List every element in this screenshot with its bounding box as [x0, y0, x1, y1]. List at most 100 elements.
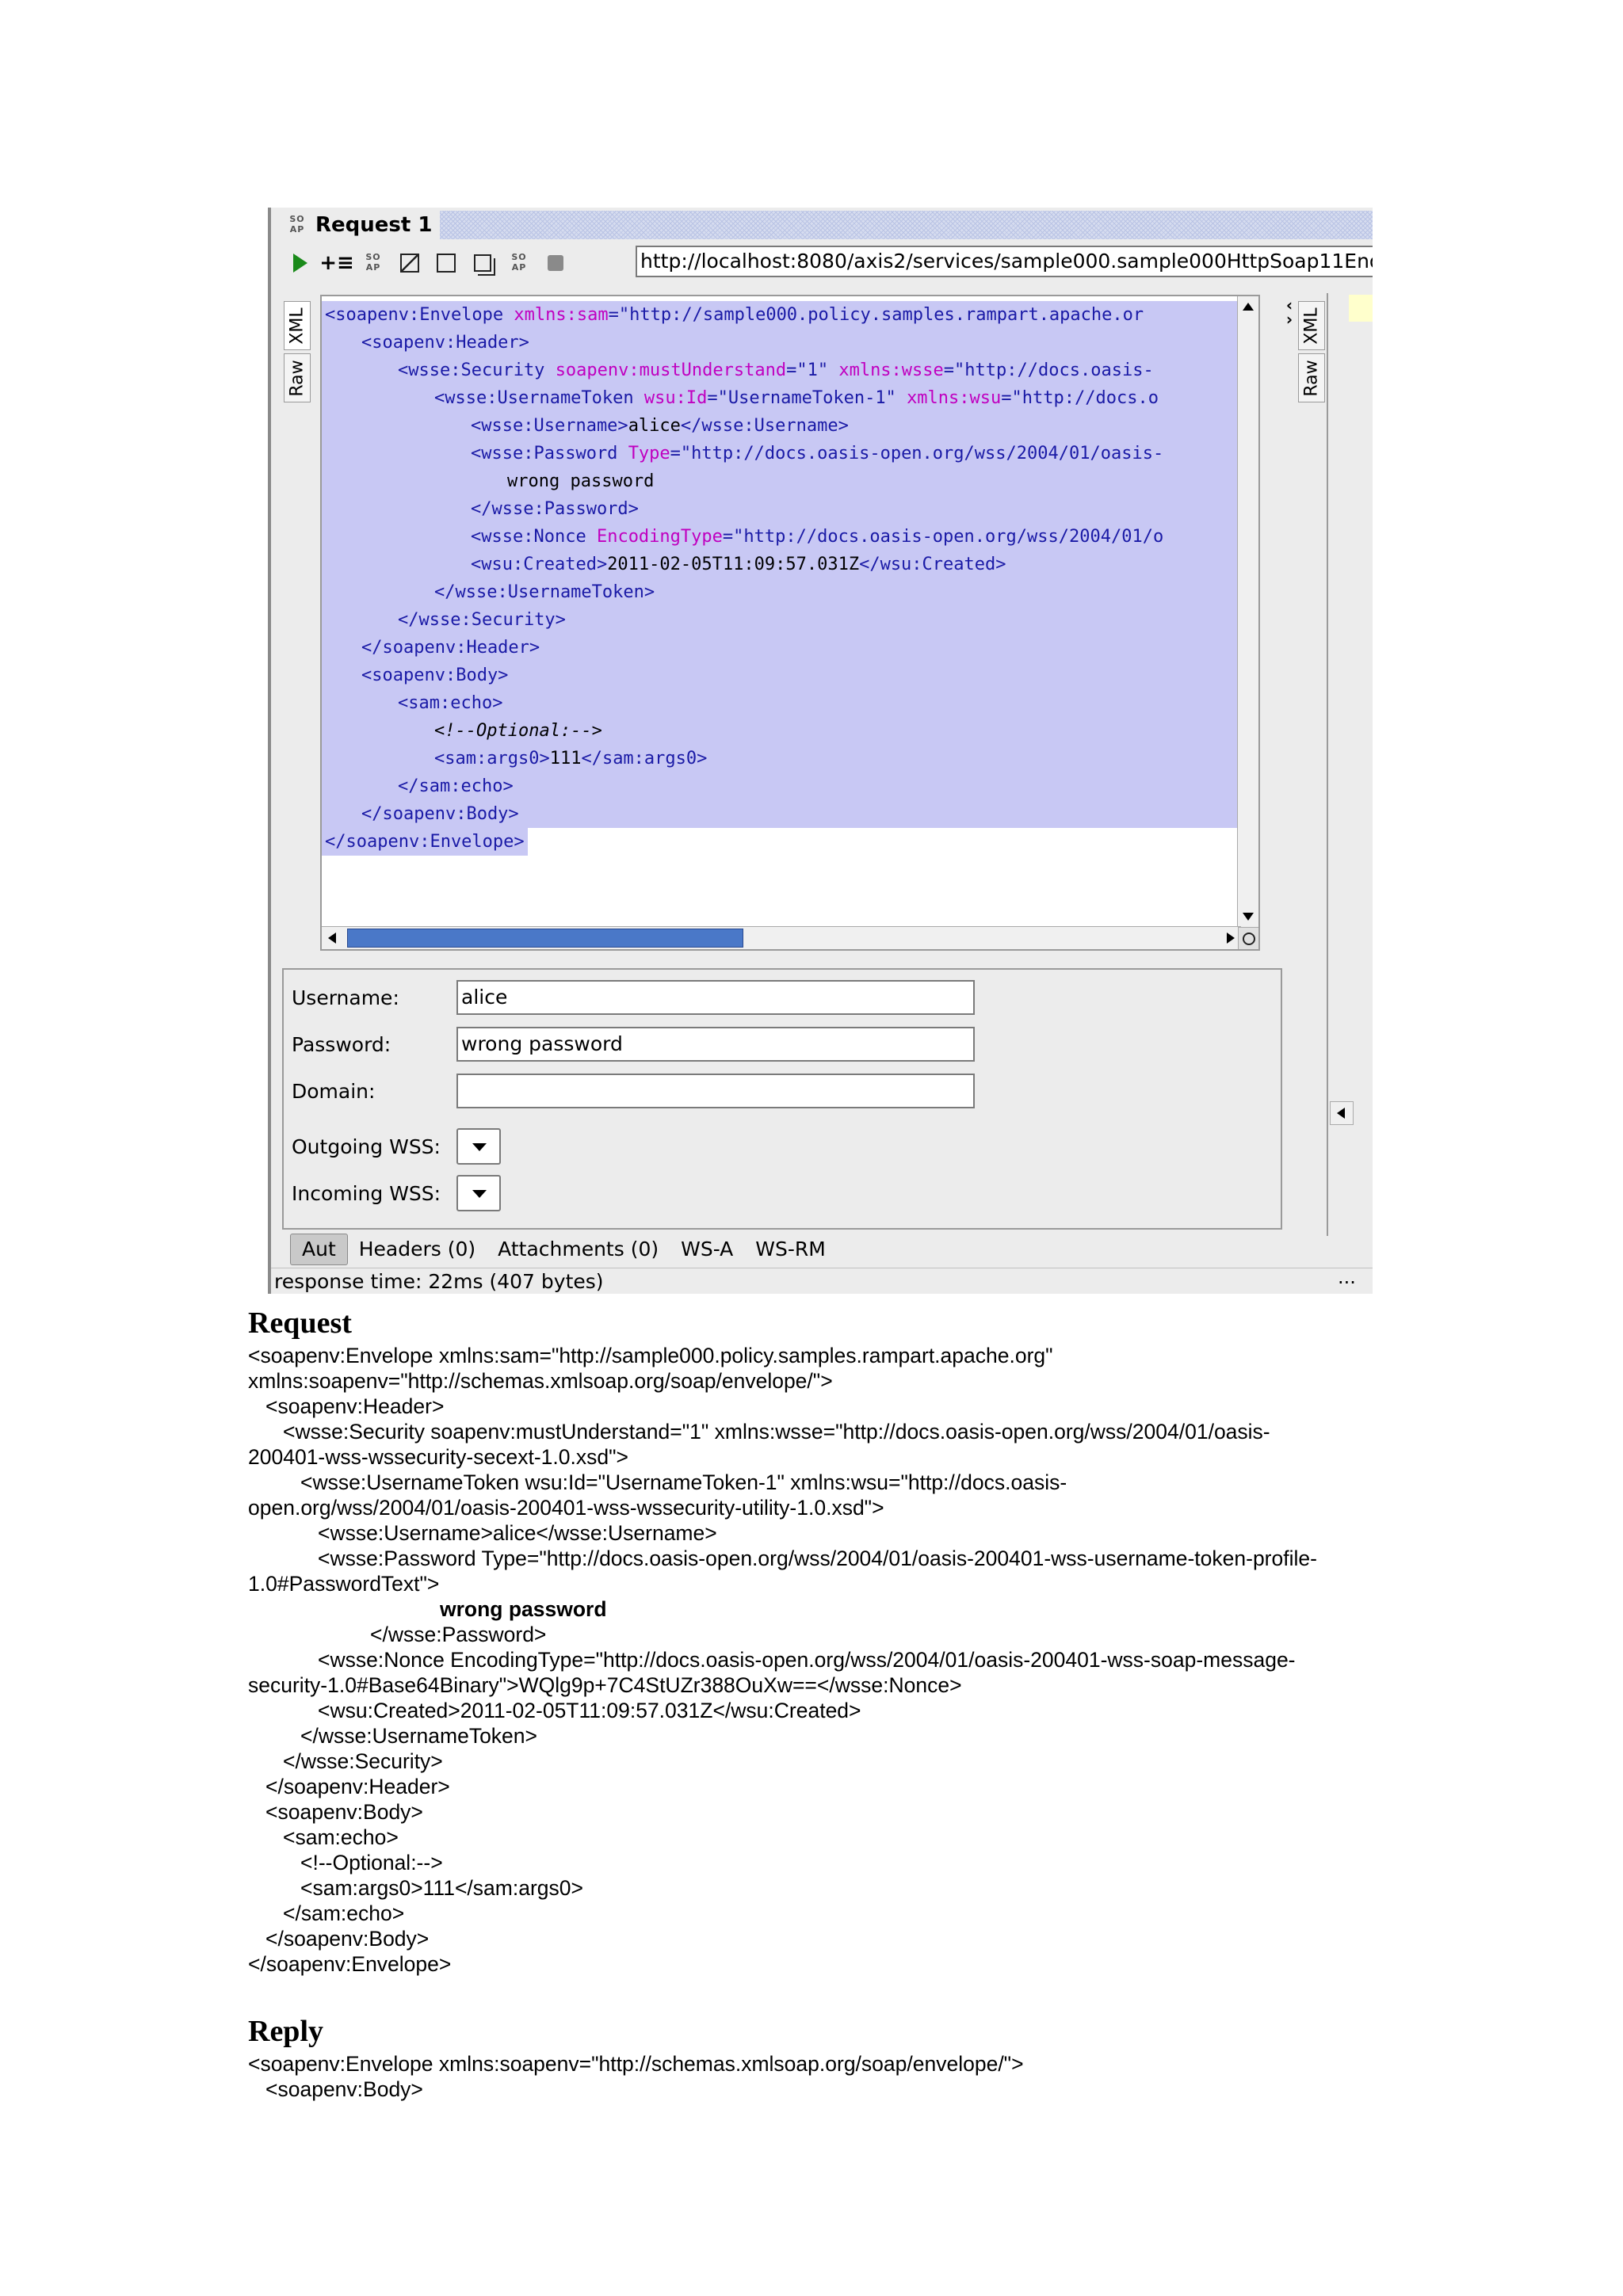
- document-line: <wsse:Nonce EncodingType="http://docs.oa…: [318, 1648, 1296, 1672]
- document-line: </sam:echo>: [283, 1901, 405, 1925]
- soap-icon: SO AP: [511, 252, 527, 273]
- password-label: Password:: [292, 1032, 391, 1056]
- add-assertion-button[interactable]: +≡: [319, 247, 355, 279]
- create-testcase-button[interactable]: SO AP: [355, 247, 391, 279]
- xml-line: <!--Optional:-->: [322, 717, 1239, 745]
- xml-token: <soapenv:Body>: [361, 666, 509, 685]
- outgoing-wss-label: Outgoing WSS:: [292, 1135, 441, 1158]
- document-line: <wsse:Username>alice</wsse:Username>: [318, 1521, 717, 1545]
- document-line: </soapenv:Envelope>: [248, 1952, 452, 1976]
- xml-editor[interactable]: <soapenv:Envelope xmlns:sam="http://samp…: [320, 295, 1260, 951]
- reply-heading: Reply: [248, 2015, 323, 2048]
- tab-response-raw[interactable]: Raw: [1298, 353, 1325, 402]
- xml-token: ="http://docs.oasis-open.org/wss/2004/01…: [670, 444, 1164, 463]
- status-bar: response time: 22ms (407 bytes): [271, 1268, 1373, 1294]
- window-title: Request 1: [315, 213, 433, 237]
- add-list-icon: +≡: [319, 251, 354, 275]
- authentication-panel: Username: alice Password: wrong password…: [282, 968, 1282, 1230]
- document-line: </soapenv:Body>: [265, 1927, 430, 1951]
- xml-token: Type: [628, 444, 670, 463]
- xml-token: </wsse:Username>: [680, 416, 849, 436]
- editor-split-button[interactable]: [391, 247, 428, 279]
- xml-line: <wsse:Nonce EncodingType="http://docs.oa…: [322, 523, 1239, 551]
- single-view-button[interactable]: [428, 247, 464, 279]
- zoom-icon[interactable]: [1238, 927, 1258, 949]
- xml-token: 111: [549, 749, 582, 769]
- document-line: <soapenv:Envelope xmlns:soapenv="http://…: [248, 2052, 1024, 2076]
- xml-token: </soapenv:Envelope>: [325, 832, 525, 852]
- tab-headers[interactable]: Headers (0): [348, 1234, 487, 1264]
- soap-options-button[interactable]: SO AP: [501, 247, 537, 279]
- tab-attachments[interactable]: Attachments (0): [487, 1234, 670, 1264]
- xml-line: <wsse:Security soapenv:mustUnderstand="1…: [322, 357, 1239, 384]
- soapui-request-window: SO AP Request 1 +≡ SO AP SO AP http://local…: [268, 208, 1373, 1294]
- xml-line: <soapenv:Body>: [322, 662, 1239, 689]
- scroll-down-icon[interactable]: [1243, 913, 1254, 921]
- tab-response-xml[interactable]: XML: [1298, 301, 1325, 350]
- request-bottom-tabs: Aut Headers (0) Attachments (0) WS-A WS-…: [282, 1233, 837, 1266]
- scroll-up-icon[interactable]: [1243, 303, 1254, 311]
- soap-icon: SO AP: [365, 252, 381, 273]
- vertical-scrollbar[interactable]: [1237, 296, 1258, 927]
- xml-token: </soapenv:Body>: [361, 804, 519, 824]
- domain-label: Domain:: [292, 1079, 376, 1103]
- xml-token: <sam:args0>: [434, 749, 550, 769]
- xml-token: ="UsernameToken-1": [707, 388, 907, 408]
- xml-token: EncodingType: [596, 527, 723, 547]
- xml-line: <wsu:Created>2011-02-05T11:09:57.031Z</w…: [322, 551, 1239, 578]
- square-icon: [437, 254, 456, 273]
- document-line: <soapenv:Envelope xmlns:sam="http://samp…: [248, 1344, 1053, 1367]
- response-pane: XML Raw ...: [1298, 284, 1373, 1288]
- xml-token: </wsse:UsernameToken>: [434, 582, 655, 602]
- tab-ws-a[interactable]: WS-A: [670, 1234, 744, 1264]
- xml-token: </wsu:Created>: [859, 555, 1006, 574]
- xml-line: </wsse:Password>: [322, 495, 1239, 523]
- xml-token: wrong password: [507, 471, 655, 491]
- document-line: <wsse:UsernameToken wsu:Id="UsernameToke…: [300, 1470, 1067, 1494]
- xml-token: ="http://docs.oasis-: [943, 360, 1154, 380]
- xml-line: wrong password: [322, 467, 1239, 495]
- document-line: <soapenv:Body>: [265, 1800, 423, 1824]
- scroll-left-icon[interactable]: [328, 933, 336, 944]
- split-view-icon: [400, 254, 419, 273]
- horizontal-scrollbar[interactable]: [322, 926, 1241, 949]
- xml-token: <!--Optional:-->: [434, 721, 602, 741]
- xml-token: ="http://sample000.policy.samples.rampar…: [608, 305, 1144, 325]
- tab-aut[interactable]: Aut: [290, 1234, 348, 1265]
- xml-line: </soapenv:Body>: [322, 800, 1239, 828]
- document-line: </soapenv:Header>: [265, 1775, 450, 1798]
- xml-token: <wsse:Nonce: [471, 527, 597, 547]
- xml-token: xmlns:sam: [514, 305, 609, 325]
- xml-token: ="http://docs.o: [1001, 388, 1159, 408]
- submit-request-button[interactable]: [282, 247, 319, 279]
- response-editor[interactable]: [1349, 295, 1373, 322]
- response-scroll-left-icon[interactable]: [1330, 1101, 1354, 1125]
- tab-ws-rm[interactable]: WS-RM: [744, 1234, 837, 1264]
- scrollbar-thumb[interactable]: [347, 929, 743, 948]
- document-line: xmlns:soapenv="http://schemas.xmlsoap.or…: [248, 1369, 833, 1393]
- tabs-view-button[interactable]: [464, 247, 501, 279]
- endpoint-url-field[interactable]: http://localhost:8080/axis2/services/sam…: [636, 246, 1373, 277]
- splitter-arrows-icon[interactable]: ‹ ›: [1282, 297, 1296, 327]
- xml-content[interactable]: <soapenv:Envelope xmlns:sam="http://samp…: [322, 301, 1239, 949]
- xml-line: <sam:args0>111</sam:args0>: [322, 745, 1239, 772]
- password-field[interactable]: wrong password: [456, 1027, 975, 1062]
- xml-line: <wsse:UsernameToken wsu:Id="UsernameToke…: [322, 384, 1239, 412]
- document-line: <!--Optional:-->: [300, 1851, 443, 1875]
- stop-icon: [548, 255, 563, 271]
- document-line: <sam:args0>111</sam:args0>: [300, 1876, 583, 1900]
- username-field[interactable]: alice: [456, 980, 975, 1015]
- outgoing-wss-dropdown[interactable]: [456, 1128, 501, 1165]
- document-line: <wsse:Security soapenv:mustUnderstand="1…: [283, 1420, 1270, 1444]
- toolbar: +≡ SO AP SO AP http://localhost:8080/axis2…: [282, 242, 1373, 284]
- cancel-request-button[interactable]: [537, 247, 574, 279]
- title-bar: SO AP Request 1: [282, 211, 1373, 239]
- tab-xml[interactable]: XML: [284, 301, 311, 350]
- incoming-wss-dropdown[interactable]: [456, 1175, 501, 1211]
- document-line: <soapenv:Header>: [265, 1394, 445, 1418]
- tab-raw[interactable]: Raw: [284, 353, 311, 402]
- scroll-right-icon[interactable]: [1227, 933, 1235, 944]
- domain-field[interactable]: [456, 1074, 975, 1108]
- xml-line: <wsse:Password Type="http://docs.oasis-o…: [322, 440, 1239, 467]
- xml-token: ="http://docs.oasis-open.org/wss/2004/01…: [722, 527, 1164, 547]
